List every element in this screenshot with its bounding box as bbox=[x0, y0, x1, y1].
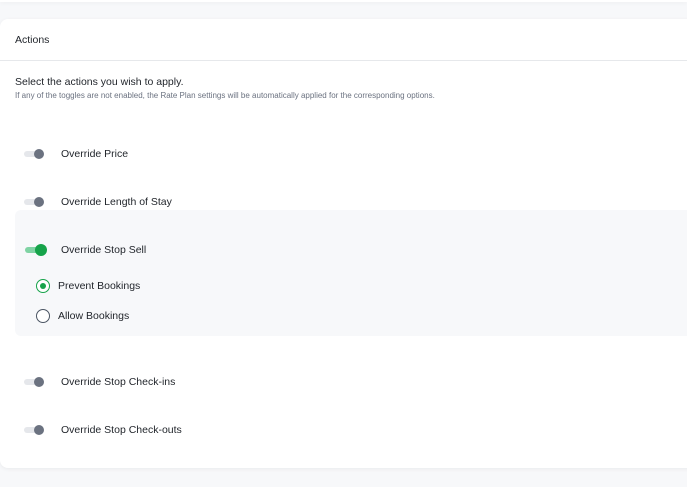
prevent-bookings-label: Prevent Bookings bbox=[58, 280, 141, 292]
override-length-of-stay-label: Override Length of Stay bbox=[61, 196, 172, 208]
override-stop-check-ins-toggle[interactable] bbox=[21, 376, 51, 388]
actions-intro: Select the actions you wish to apply. If… bbox=[15, 75, 435, 102]
override-length-of-stay-toggle[interactable] bbox=[21, 196, 51, 208]
toggle-knob bbox=[35, 244, 47, 256]
override-price-toggle[interactable] bbox=[21, 148, 51, 160]
override-stop-check-outs-toggle[interactable] bbox=[21, 424, 51, 436]
toggle-knob bbox=[34, 377, 44, 387]
radio-prevent-bookings[interactable]: Prevent Bookings bbox=[36, 276, 140, 296]
action-row-override-price: Override Price bbox=[15, 142, 687, 166]
radio-allow-bookings[interactable]: Allow Bookings bbox=[36, 306, 129, 326]
radio-button-checked[interactable] bbox=[36, 279, 50, 293]
override-stop-check-outs-label: Override Stop Check-outs bbox=[61, 424, 182, 436]
override-stop-sell-toggle[interactable] bbox=[21, 244, 51, 256]
override-stop-sell-label: Override Stop Sell bbox=[61, 244, 147, 256]
action-row-override-stop-sell: Override Stop Sell bbox=[15, 238, 687, 262]
intro-note: If any of the toggles are not enabled, t… bbox=[15, 91, 435, 100]
override-stop-check-ins-label: Override Stop Check-ins bbox=[61, 376, 176, 388]
allow-bookings-label: Allow Bookings bbox=[58, 310, 130, 322]
toggle-knob bbox=[34, 197, 44, 207]
previous-card-edge bbox=[0, 0, 687, 2]
intro-title: Select the actions you wish to apply. bbox=[15, 76, 184, 88]
action-row-override-stop-check-ins: Override Stop Check-ins bbox=[15, 370, 687, 394]
actions-card-header: Actions bbox=[0, 19, 687, 61]
radio-button-unchecked[interactable] bbox=[36, 309, 50, 323]
override-price-label: Override Price bbox=[61, 148, 129, 160]
action-row-override-stop-check-outs: Override Stop Check-outs bbox=[15, 418, 687, 442]
card-title: Actions bbox=[15, 33, 50, 46]
toggle-knob bbox=[34, 425, 44, 435]
toggle-knob bbox=[34, 149, 44, 159]
